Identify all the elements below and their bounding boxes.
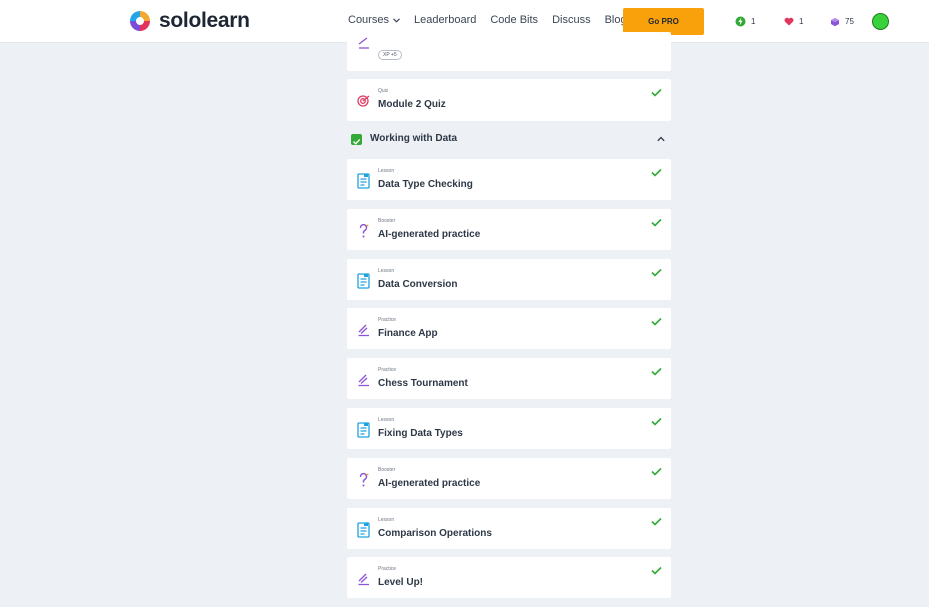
xp-chip: XP +5	[378, 50, 402, 60]
card-title: Level Up!	[378, 577, 424, 588]
check-icon	[651, 566, 662, 575]
card-title: AI-generated practice	[378, 478, 481, 489]
practice-icon	[358, 37, 369, 49]
main-nav: Courses Leaderboard Code Bits Discuss Bl…	[348, 14, 641, 26]
section-check-box	[351, 134, 362, 145]
list-item[interactable]: Practice Finance App	[347, 308, 671, 349]
booster-icon	[359, 223, 369, 238]
quiz-card[interactable]: Quiz Module 2 Quiz	[347, 79, 671, 121]
nav-code-bits[interactable]: Code Bits	[490, 14, 538, 26]
card-title: Module 2 Quiz	[378, 99, 446, 110]
sololearn-logo[interactable]: sololearn	[128, 9, 250, 33]
go-pro-button[interactable]: Go PRO	[623, 8, 704, 35]
heart-icon	[783, 16, 794, 27]
check-icon	[651, 367, 662, 376]
chevron-down-icon	[393, 17, 400, 23]
section-header[interactable]: Working with Data	[347, 128, 671, 150]
list-item[interactable]: Booster AI-generated practice	[347, 209, 671, 250]
lesson-icon	[357, 522, 370, 538]
card-type-label: Booster	[378, 218, 396, 224]
gems-counter[interactable]: 75	[829, 16, 854, 27]
hearts-counter[interactable]: 1	[783, 16, 803, 27]
list-item[interactable]: Practice Chess Tournament	[347, 358, 671, 399]
logo-wordmark: sololearn	[159, 9, 250, 32]
check-icon	[651, 268, 662, 277]
check-icon	[651, 218, 662, 227]
card-title: Fixing Data Types	[378, 428, 463, 439]
check-icon	[651, 88, 662, 97]
card-title: Finance App	[378, 328, 438, 339]
card-type-label: Practice	[378, 317, 397, 323]
list-item[interactable]: Lesson Comparison Operations	[347, 508, 671, 549]
list-item[interactable]: Practice Level Up!	[347, 557, 671, 598]
check-icon	[353, 139, 361, 145]
chevron-up-icon	[657, 136, 665, 142]
card-type-label: Lesson	[378, 168, 395, 174]
streak-count: 1	[751, 17, 756, 26]
card-type-label: Practice	[378, 566, 397, 572]
check-icon	[651, 417, 662, 426]
nav-courses[interactable]: Courses	[348, 14, 400, 26]
hearts-count: 1	[799, 17, 804, 26]
gem-icon	[829, 16, 840, 27]
list-item[interactable]: Lesson Data Conversion	[347, 259, 671, 300]
check-icon	[651, 168, 662, 177]
card-type-label: Lesson	[378, 517, 395, 523]
lesson-icon	[357, 422, 370, 438]
list-item[interactable]: Lesson Fixing Data Types	[347, 408, 671, 449]
booster-icon	[359, 472, 369, 487]
streak-icon	[735, 16, 746, 27]
card-title: Comparison Operations	[378, 528, 492, 539]
gems-count: 75	[845, 17, 854, 26]
card-title: Data Type Checking	[378, 179, 473, 190]
nav-courses-label: Courses	[348, 14, 389, 26]
lesson-icon	[357, 273, 370, 289]
card-type-label: Lesson	[378, 268, 395, 274]
quiz-target-icon	[357, 95, 370, 107]
sololearn-logo-icon	[130, 11, 150, 31]
card-title: Data Conversion	[378, 279, 458, 290]
practice-icon	[358, 374, 369, 387]
nav-discuss[interactable]: Discuss	[552, 14, 591, 26]
section-title: Working with Data	[370, 133, 458, 144]
partial-practice-card[interactable]: XP +5	[347, 32, 671, 71]
practice-icon	[358, 324, 369, 337]
lesson-icon	[357, 173, 370, 189]
check-icon	[651, 467, 662, 476]
user-avatar[interactable]	[872, 13, 889, 30]
card-title: Chess Tournament	[378, 378, 468, 389]
card-type-label: Quiz	[378, 88, 389, 94]
card-type-label: Practice	[378, 367, 397, 373]
practice-icon	[358, 573, 369, 586]
card-title: AI-generated practice	[378, 229, 481, 240]
check-icon	[651, 517, 662, 526]
check-icon	[651, 317, 662, 326]
card-type-label: Lesson	[378, 417, 395, 423]
streak-counter[interactable]: 1	[735, 16, 755, 27]
nav-leaderboard[interactable]: Leaderboard	[414, 14, 476, 26]
list-item[interactable]: Lesson Data Type Checking	[347, 159, 671, 200]
card-type-label: Booster	[378, 467, 396, 473]
list-item[interactable]: Booster AI-generated practice	[347, 458, 671, 499]
